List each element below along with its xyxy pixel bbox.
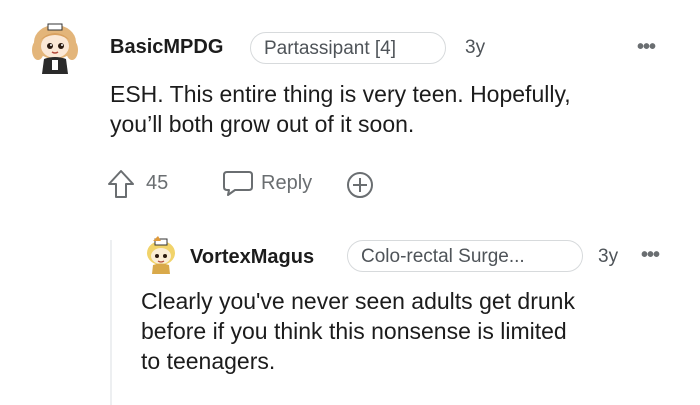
thread-line[interactable] (110, 240, 112, 405)
snoo-avatar-icon (147, 236, 175, 274)
reply-user-flair: Colo-rectal Surge... (347, 240, 583, 272)
reply-username[interactable]: VortexMagus (190, 246, 314, 269)
user-avatar[interactable] (30, 22, 80, 76)
comment-body-line: you’ll both grow out of it soon. (110, 111, 415, 137)
snoo-avatar-icon (32, 23, 78, 74)
reply-age[interactable]: 3y (598, 246, 618, 268)
reply-more-options-button[interactable]: ••• (641, 244, 660, 267)
reply-body-line: before if you think this nonsense is lim… (141, 318, 567, 344)
comment-body-line: ESH. This entire thing is very teen. Hop… (110, 81, 571, 107)
comment-username[interactable]: BasicMPDG (110, 36, 223, 59)
reply-body: Clearly you've never seen adults get dru… (141, 286, 681, 376)
reply-button[interactable]: Reply (221, 168, 312, 198)
vote-count: 45 (146, 172, 169, 194)
reply-body-line: to teenagers. (141, 348, 276, 374)
plus-circle-icon (347, 172, 373, 198)
award-button[interactable] (344, 169, 376, 201)
upvote-button[interactable] (106, 168, 136, 200)
reply-label: Reply (261, 171, 313, 194)
reply-body-line: Clearly you've never seen adults get dru… (141, 288, 575, 314)
reply-avatar[interactable] (144, 235, 178, 275)
arrow-up-icon (108, 170, 134, 198)
user-flair: Partassipant [4] (250, 32, 446, 64)
comment-body: ESH. This entire thing is very teen. Hop… (110, 79, 670, 139)
more-options-button[interactable]: ••• (637, 36, 656, 59)
comment-age[interactable]: 3y (465, 37, 485, 59)
speech-bubble-icon (223, 171, 253, 196)
